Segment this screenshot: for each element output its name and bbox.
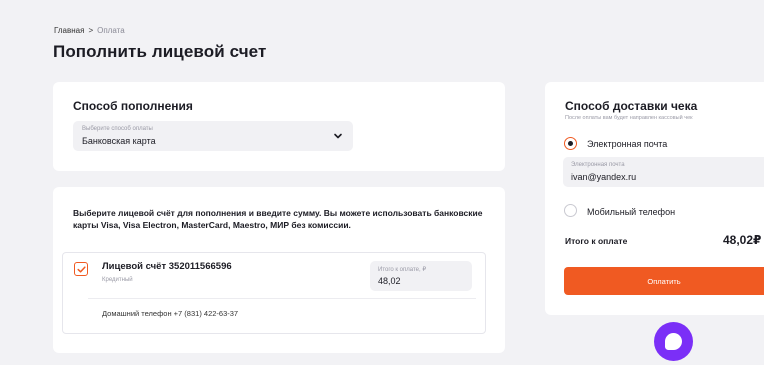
radio-phone-label[interactable]: Мобильный телефон (587, 207, 675, 217)
account-checkbox[interactable] (74, 262, 88, 276)
chat-bubble-icon[interactable] (654, 322, 693, 361)
account-phone: Домашний телефон +7 (831) 422-63-37 (102, 309, 239, 318)
breadcrumb-current: Оплата (97, 26, 125, 35)
receipt-delivery-card: Способ доставки чека После оплаты вам бу… (545, 82, 764, 315)
page-title: Пополнить лицевой счет (53, 42, 267, 61)
payment-method-heading: Способ пополнения (73, 99, 193, 113)
payment-method-hint: Выберите способ оплаты (82, 126, 153, 132)
payment-method-card: Способ пополнения Выберите способ оплаты… (53, 82, 505, 171)
payment-method-value: Банковская карта (82, 136, 156, 146)
radio-phone[interactable] (564, 204, 577, 217)
email-value: ivan@yandex.ru (571, 172, 637, 182)
breadcrumb-separator: > (88, 26, 94, 35)
account-card: Выберите лицевой счёт для пополнения и в… (53, 187, 505, 353)
total-value: 48,02₽ (723, 233, 762, 247)
radio-email[interactable] (564, 137, 577, 150)
checkmark-icon (77, 266, 86, 273)
email-field[interactable]: Электронная почта ivan@yandex.ru (563, 157, 764, 187)
email-hint: Электронная почта (571, 162, 625, 168)
chevron-down-icon[interactable] (332, 130, 344, 142)
breadcrumb-home[interactable]: Главная (54, 26, 84, 35)
account-description: Выберите лицевой счёт для пополнения и в… (73, 208, 483, 230)
sum-hint: Итого к оплате, ₽ (378, 267, 427, 273)
receipt-delivery-heading: Способ доставки чека (565, 99, 698, 113)
account-title: Лицевой счёт 352011566596 (102, 261, 232, 272)
sum-value: 48,02 (378, 276, 401, 286)
receipt-delivery-subtitle: После оплаты вам будет направлен кассовы… (565, 115, 693, 121)
account-divider (88, 298, 476, 299)
total-label: Итого к оплате (565, 236, 628, 246)
payment-method-select[interactable]: Выберите способ оплаты Банковская карта (73, 121, 353, 151)
radio-email-label[interactable]: Электронная почта (587, 139, 667, 149)
account-item: Лицевой счёт 352011566596 Кредитный Итог… (62, 252, 486, 334)
breadcrumb: Главная > Оплата (54, 26, 125, 35)
account-type: Кредитный (102, 277, 133, 283)
sum-input[interactable]: Итого к оплате, ₽ 48,02 (370, 261, 472, 291)
pay-button[interactable]: Оплатить (564, 267, 764, 295)
